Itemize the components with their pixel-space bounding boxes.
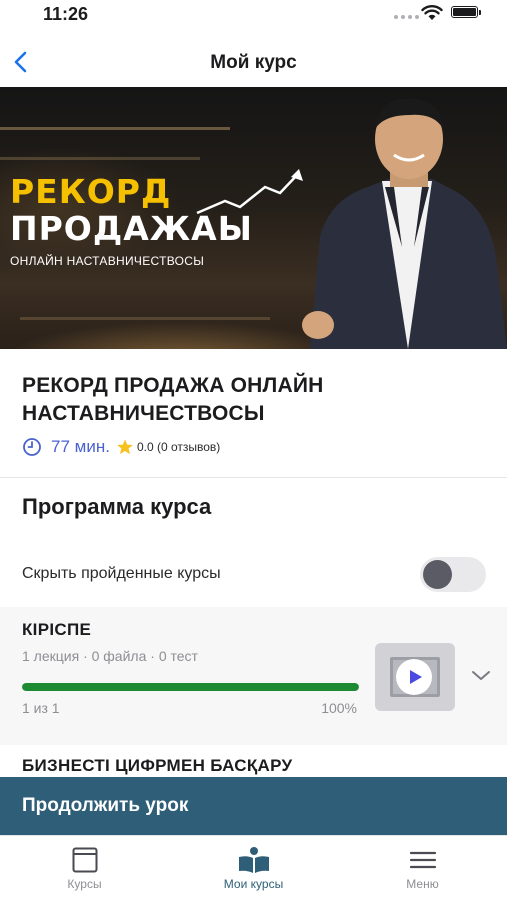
tab-bar: Курсы Мои курсы Меню [0, 835, 507, 901]
status-bar: 11:26 [0, 0, 507, 32]
clock-icon [23, 438, 41, 456]
divider [0, 477, 507, 478]
open-book-icon [238, 847, 269, 873]
continue-lesson-label: Продолжить урок [22, 795, 189, 816]
banner-title-line1: РЕКОРД [10, 172, 172, 211]
section-meta: 1 лекция · 0 файла · 0 тест [22, 648, 198, 664]
section-progress-bar [22, 683, 359, 691]
nav-bar: Мой курс [0, 40, 507, 84]
banner-title-line2: ПРОДАЖАЫ [10, 209, 253, 248]
progress-fill [22, 683, 359, 691]
play-icon [410, 670, 422, 684]
tab-menu-label: Меню [406, 877, 439, 891]
tab-courses-label: Курсы [67, 877, 102, 891]
status-time: 11:26 [43, 4, 89, 24]
square-icon [72, 847, 97, 873]
star-icon [117, 439, 133, 455]
play-button[interactable] [396, 659, 432, 695]
tab-menu[interactable]: Меню [338, 836, 507, 901]
tab-my-courses[interactable]: Мои курсы [169, 836, 338, 901]
toggle-knob [423, 560, 452, 589]
section-title[interactable]: БИЗНЕСТІ ЦИФРМЕН БАСҚАРУ [22, 756, 292, 776]
banner-decor [20, 317, 270, 320]
course-banner: РЕКОРД ПРОДАЖАЫ ОНЛАЙН НАСТАВНИЧЕСТВОСЫ [0, 87, 507, 349]
tab-courses-icon-wrap [0, 846, 169, 874]
tab-my-courses-label: Мои курсы [223, 877, 284, 891]
banner-decor [0, 157, 200, 160]
banner-subtitle: ОНЛАЙН НАСТАВНИЧЕСТВОСЫ [10, 254, 205, 268]
course-meta: 77 мин. 0.0 (0 отзывов) [22, 436, 220, 458]
battery-icon [451, 6, 481, 18]
tab-my-courses-icon-wrap [169, 846, 338, 874]
tab-courses[interactable]: Курсы [0, 836, 169, 901]
progress-count: 1 из 1 [22, 700, 60, 716]
hide-completed-label: Скрыть пройденные курсы [22, 565, 221, 582]
chevron-down-icon[interactable] [470, 668, 492, 684]
wifi-icon [421, 5, 443, 20]
instructor-photo [302, 98, 507, 349]
page-title: Мой курс [210, 52, 297, 73]
program-title: Программа курса [22, 494, 212, 519]
section-title: КІРІСПЕ [22, 620, 92, 639]
signal-icon [394, 15, 419, 19]
menu-icon [409, 851, 436, 869]
lesson-thumbnail[interactable] [375, 643, 455, 711]
tab-menu-icon-wrap [338, 846, 507, 874]
course-rating: 0.0 (0 отзывов) [136, 440, 221, 454]
hide-completed-toggle[interactable] [420, 557, 486, 592]
banner-decor [0, 127, 230, 130]
course-duration: 77 мин. [51, 437, 110, 456]
progress-percent: 100% [321, 700, 357, 716]
continue-lesson-button[interactable]: Продолжить урок [0, 777, 507, 835]
course-title: РЕКОРД ПРОДАЖА ОНЛАЙН НАСТАВНИЧЕСТВОСЫ [22, 374, 324, 425]
